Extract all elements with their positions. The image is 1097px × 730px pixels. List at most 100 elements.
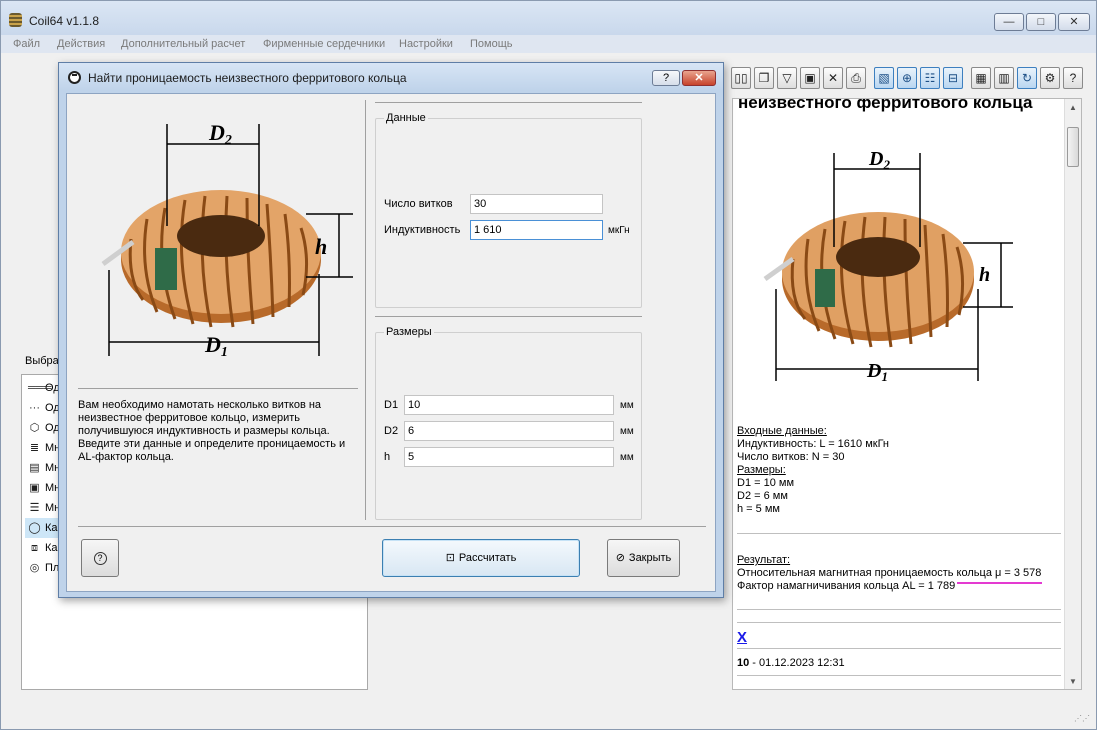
delete-icon: ✕ — [827, 71, 839, 85]
menu-actions[interactable]: Действия — [57, 38, 105, 50]
columns-icon: ▯▯ — [734, 71, 748, 85]
report-entry: 10 - 01.12.2023 12:31 — [737, 657, 845, 670]
toolbar: ▯▯ ❐ ▽ ▣ ✕ ⎙ ▧ ⊕ ☷ ⊟ ▦ ▥ ↻ ⚙? — [731, 65, 1083, 93]
menu-settings[interactable]: Настройки — [399, 38, 453, 50]
d1-input[interactable] — [404, 395, 614, 415]
highlight-underline — [957, 582, 1042, 584]
columns-button[interactable]: ▯▯ — [731, 67, 751, 89]
report-panel: неизвестного ферритового кольца D2 D1 h … — [732, 98, 1082, 690]
help-icon: ? — [1069, 71, 1077, 85]
size-group: Размеры D1 мм D2 мм h мм — [375, 326, 642, 520]
list-item-label: Ка — [45, 542, 58, 554]
delete-button[interactable]: ✕ — [823, 67, 843, 89]
report-entry-date: - 01.12.2023 12:31 — [749, 657, 845, 669]
minimize-button[interactable]: — — [994, 13, 1024, 31]
report-inductance: Индуктивность: L = 1610 мкГн — [737, 438, 889, 450]
dialog-titlebar[interactable]: Найти проницаемость неизвестного феррито… — [59, 63, 723, 91]
help-button[interactable]: ? — [81, 539, 119, 577]
vertical-divider — [365, 100, 366, 520]
copy-icon: ❐ — [758, 71, 770, 85]
multilayer-rect-icon: ▣ — [29, 482, 40, 494]
resize-grip-icon[interactable]: ⋰⋰ — [1074, 714, 1090, 723]
bottom-divider — [78, 526, 706, 527]
report-scrollbar[interactable]: ▲ ▼ — [1064, 99, 1081, 689]
save-icon: ▣ — [804, 71, 816, 85]
refresh-button[interactable]: ↻ — [1017, 67, 1037, 89]
menu-file[interactable]: Файл — [13, 38, 40, 50]
size-group-title: Размеры — [384, 326, 434, 338]
d2-field-label: D2 — [384, 425, 399, 437]
print-button[interactable]: ⎙ — [846, 67, 866, 89]
spiral-icon: ◎ — [29, 562, 40, 574]
report-h: h = 5 мм — [737, 503, 780, 515]
report-d2: D2 = 6 мм — [737, 490, 788, 502]
report-turns: Число витков: N = 30 — [737, 451, 845, 463]
calculate-icon: ⊡ — [445, 552, 455, 564]
refresh-icon: ↻ — [1021, 71, 1033, 85]
maximize-icon: □ — [1037, 16, 1045, 28]
report-heading: неизвестного ферритового кольца — [738, 98, 1033, 112]
report-input-header: Входные данные: — [737, 425, 827, 437]
dialog-clock-icon — [68, 71, 81, 84]
close-window-button[interactable]: ✕ — [1058, 13, 1090, 31]
list-button[interactable]: ☷ — [920, 67, 940, 89]
delete-entry-link[interactable]: X — [737, 629, 747, 646]
multilayer-icon: ≣ — [29, 442, 40, 454]
h-field-label: h — [384, 451, 391, 463]
clear-button[interactable]: ▥ — [994, 67, 1014, 89]
report-result-header: Результат: — [737, 554, 791, 566]
paste-icon: ▽ — [782, 71, 792, 85]
pot-core-icon: ⧈ — [31, 542, 38, 554]
image-button[interactable]: ▧ — [874, 67, 894, 89]
menubar: Файл Действия Дополнительный расчет Фирм… — [1, 35, 1096, 53]
h-input[interactable] — [404, 447, 614, 467]
maximize-button[interactable]: □ — [1026, 13, 1056, 31]
middle-divider — [375, 316, 642, 317]
help-icon: ? — [93, 551, 107, 565]
d1-label: D1 — [204, 332, 228, 360]
calculate-button[interactable]: ⊡ Рассчитать — [382, 539, 580, 577]
d2-input[interactable] — [404, 421, 614, 441]
save-button[interactable]: ▣ — [800, 67, 820, 89]
turns-input[interactable] — [470, 194, 603, 214]
data-group: Данные Число витков Индуктивность мкГн — [375, 112, 642, 308]
close-button[interactable]: ⊘ Закрыть — [607, 539, 680, 577]
dialog-help-title-button[interactable]: ? — [652, 70, 680, 86]
copy-button[interactable]: ❐ — [754, 67, 774, 89]
scroll-down-icon[interactable]: ▼ — [1069, 677, 1077, 686]
multilayer-gap-icon: ▤ — [29, 462, 40, 474]
calendar-icon: ▦ — [975, 71, 987, 85]
list-icon: ☷ — [924, 71, 936, 85]
clear-icon: ▥ — [998, 71, 1010, 85]
toroid-icon: ◯ — [28, 522, 41, 534]
d1-field-label: D1 — [384, 399, 399, 411]
paste-button[interactable]: ▽ — [777, 67, 797, 89]
foil-icon: ☰ — [29, 502, 40, 514]
add-button[interactable]: ⊕ — [897, 67, 917, 89]
dialog-close-title-button[interactable]: ✕ — [682, 70, 716, 86]
data-group-title: Данные — [384, 112, 428, 124]
inductance-label: Индуктивность — [384, 224, 461, 236]
top-divider — [375, 102, 642, 103]
inductance-input[interactable] — [470, 220, 603, 240]
close-icon: ✕ — [1069, 16, 1079, 28]
coil-type-label: Выбра — [25, 355, 59, 367]
help-button[interactable]: ? — [1063, 67, 1083, 89]
h-unit: мм — [620, 452, 634, 463]
calendar-button[interactable]: ▦ — [971, 67, 991, 89]
d2-unit: мм — [620, 426, 634, 437]
menu-help[interactable]: Помощь — [470, 38, 513, 50]
menu-extra-calc[interactable]: Дополнительный расчет — [121, 38, 245, 50]
inductance-unit: мкГн — [608, 225, 630, 236]
add-icon: ⊕ — [901, 71, 913, 85]
export-button[interactable]: ⊟ — [943, 67, 963, 89]
report-divider — [737, 609, 1061, 610]
menu-brand-cores[interactable]: Фирменные сердечники — [263, 38, 385, 50]
print-icon: ⎙ — [851, 71, 861, 85]
scroll-up-icon[interactable]: ▲ — [1069, 103, 1077, 112]
turns-label: Число витков — [384, 198, 453, 210]
report-divider — [737, 533, 1061, 534]
settings-button[interactable]: ⚙ — [1040, 67, 1060, 89]
single-layer-icon: ═══ — [28, 382, 52, 394]
scroll-thumb[interactable] — [1067, 127, 1079, 167]
